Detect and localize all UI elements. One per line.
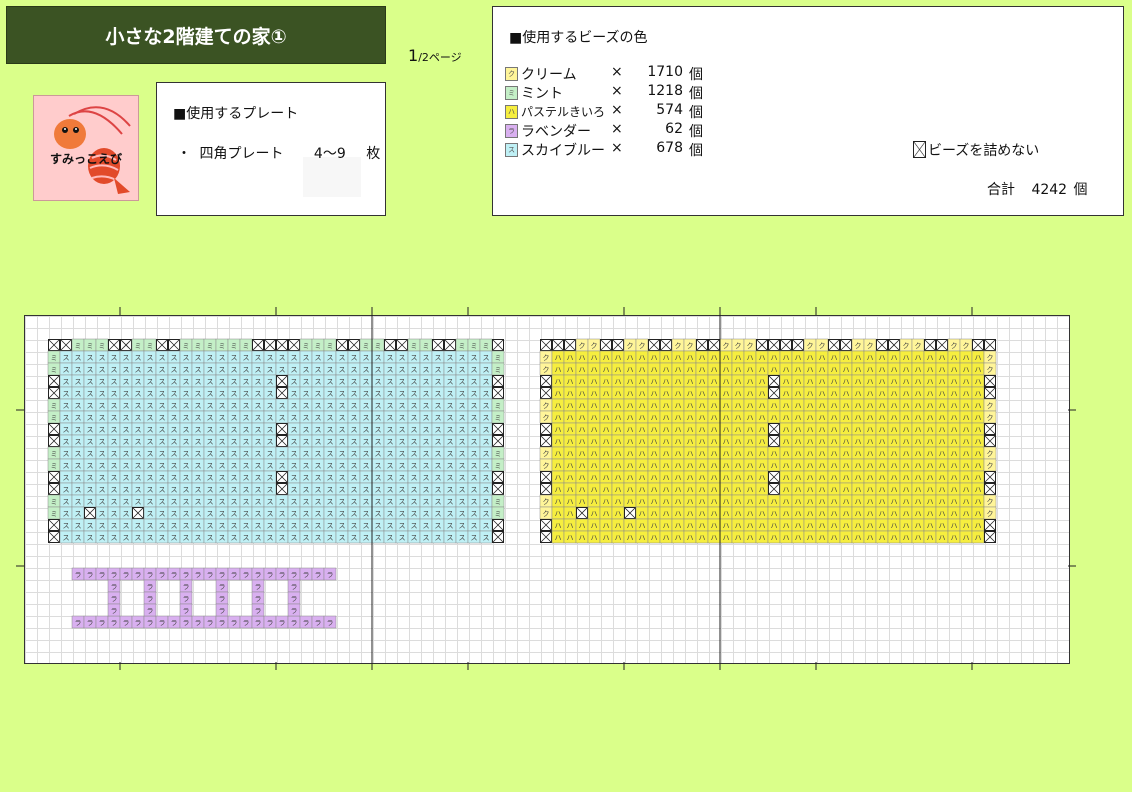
total-count: 4242: [1031, 182, 1068, 198]
total-unit: 個: [1073, 182, 1088, 198]
page-current: 1: [408, 46, 419, 65]
bead-count: 1710: [647, 64, 683, 80]
plate-bullet: ・: [177, 146, 191, 162]
bead-name: ミント: [521, 86, 563, 102]
bead-swatch: ク: [505, 67, 518, 81]
total: 合計 4242 個: [987, 179, 1088, 199]
bead-unit: 個: [689, 67, 703, 83]
bead-unit: 個: [689, 105, 703, 121]
bead-name: スカイブルー: [521, 143, 605, 159]
no-bead-legend: ビーズを詰めない: [913, 140, 1039, 160]
bead-swatch: ハ: [505, 105, 518, 119]
plate-row: ・ 四角プレート 4～9 枚: [177, 143, 380, 163]
bead-name: クリーム: [521, 67, 577, 83]
plate-unit: 枚: [366, 146, 381, 162]
bead-multiply: ×: [611, 121, 623, 137]
bead-multiply: ×: [611, 140, 623, 156]
bead-name: パステルきいろ: [521, 105, 606, 119]
bead-unit: 個: [689, 124, 703, 140]
logo: すみっこえび: [33, 95, 139, 201]
no-bead-label: ビーズを詰めない: [928, 143, 1040, 159]
bead-unit: 個: [689, 86, 703, 102]
bead-count: 678: [656, 140, 683, 156]
plate-name: 四角プレート: [199, 146, 284, 162]
empty-cell-icon: [913, 141, 926, 158]
bead-swatch: ラ: [505, 124, 518, 138]
bead-multiply: ×: [611, 102, 623, 118]
plate-range: 4～9: [313, 146, 346, 162]
bead-swatch: ス: [505, 143, 518, 157]
total-label: 合計: [987, 182, 1015, 198]
bead-count: 574: [656, 102, 683, 118]
beads-heading: ■使用するビーズの色: [509, 30, 648, 46]
plate-heading: ■使用するプレート: [173, 106, 299, 122]
page-suffix: /2ページ: [418, 51, 462, 64]
page-indicator: 1/2ページ: [408, 46, 462, 65]
plate-panel: ■使用するプレート ・ 四角プレート 4～9 枚: [156, 82, 386, 216]
bead-count: 1218: [647, 83, 683, 99]
bead-pattern-grid: [24, 315, 1070, 664]
bead-count: 62: [665, 121, 683, 137]
bead-multiply: ×: [611, 64, 623, 80]
shrimp-icon: [54, 106, 131, 194]
logo-text: すみっこえび: [49, 152, 122, 166]
bead-unit: 個: [689, 143, 703, 159]
beads-panel: ■使用するビーズの色 ククリーム × 1710 個ミミント × 1218 個ハパステルきいろ…: [492, 6, 1124, 216]
bead-swatch: ミ: [505, 86, 518, 100]
plate-shadow: [303, 157, 361, 197]
bead-name: ラベンダー: [521, 124, 591, 140]
page-title: 小さな2階建ての家①: [6, 6, 386, 64]
bead-multiply: ×: [611, 83, 623, 99]
